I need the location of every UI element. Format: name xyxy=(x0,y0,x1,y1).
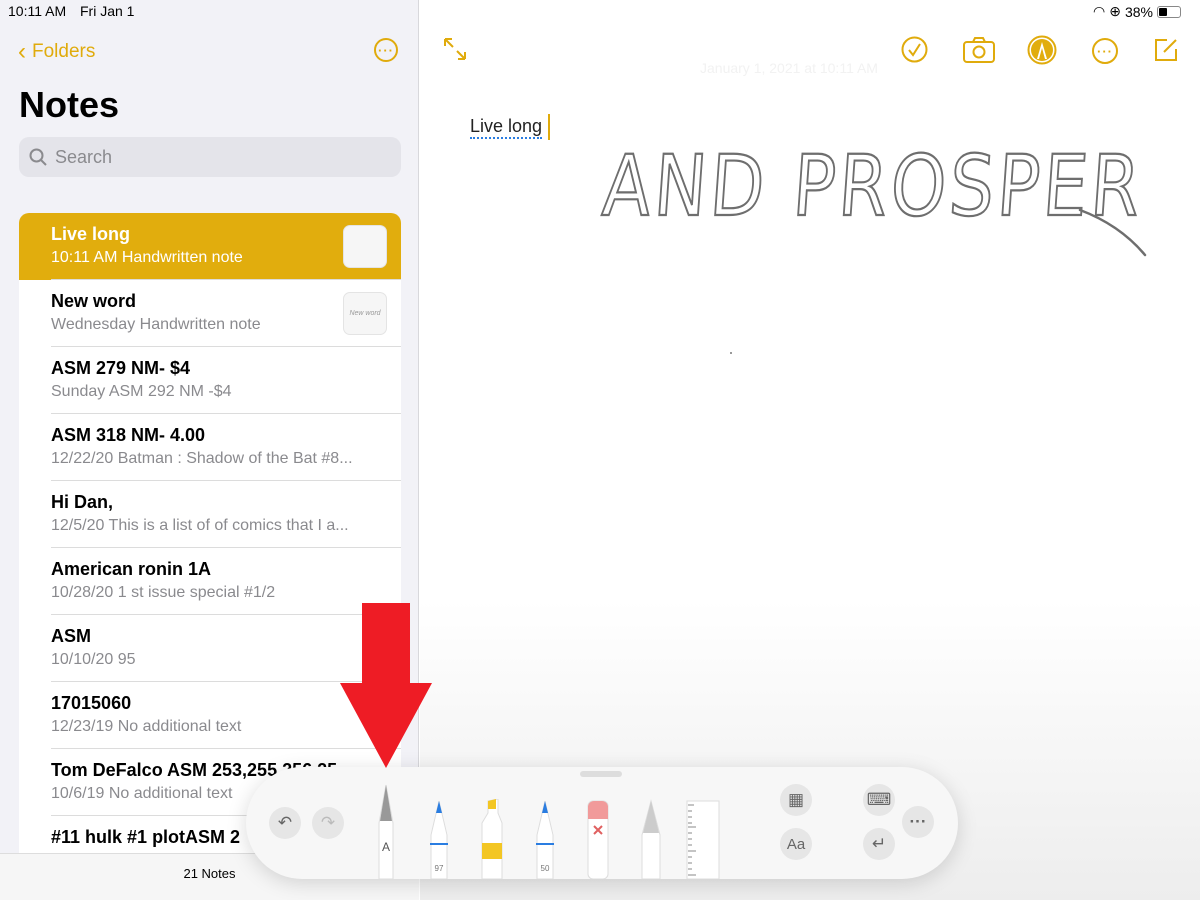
note-title: American ronin 1A xyxy=(51,559,212,579)
status-time: 10:11 AM xyxy=(8,3,67,19)
battery-icon xyxy=(1156,5,1181,18)
search-placeholder: Search xyxy=(55,146,113,167)
pen-label: A xyxy=(382,840,390,854)
wifi-icon: ◠ xyxy=(1093,3,1106,19)
orientation-lock-icon: ⊕ xyxy=(1109,3,1121,19)
pen-size-label: 97 xyxy=(435,864,444,873)
tool-palette: ↶ ↷ A 97 50 ▦ Aa ⌨ ↵ ··· xyxy=(246,767,958,879)
list-item[interactable]: Hi Dan, 12/5/20 This is a list of of comi… xyxy=(19,481,401,548)
return-icon[interactable]: ↵ xyxy=(863,828,895,860)
note-thumbnail xyxy=(343,225,387,268)
search-input[interactable]: Search xyxy=(19,137,401,177)
chevron-left-icon: ‹ xyxy=(18,38,26,65)
camera-icon[interactable] xyxy=(963,36,995,63)
note-title: Hi Dan, xyxy=(51,492,114,512)
more-icon[interactable]: ··· xyxy=(374,38,398,62)
note-title: ASM 279 NM- $4 xyxy=(51,358,191,378)
markup-pen-icon[interactable] xyxy=(1027,35,1057,65)
list-item[interactable]: ASM 318 NM- 4.00 12/22/20 Batman : Shadow… xyxy=(19,414,401,481)
expand-icon[interactable] xyxy=(442,36,468,62)
status-right: ◠ ⊕ 38% xyxy=(1093,3,1181,20)
pen-tool[interactable]: 97 xyxy=(428,799,450,879)
lasso-tool[interactable] xyxy=(640,799,662,879)
checklist-icon[interactable] xyxy=(901,36,928,63)
eraser-tool[interactable] xyxy=(587,799,609,879)
page-title: Notes xyxy=(19,84,120,125)
handwriting-drawing: AND PROSPER xyxy=(600,136,1148,257)
compose-icon[interactable] xyxy=(1153,37,1179,63)
battery-percent: 38% xyxy=(1124,3,1153,20)
more-options-icon[interactable]: ··· xyxy=(1092,38,1118,64)
table-icon[interactable]: ▦ xyxy=(780,784,812,816)
ink-dot xyxy=(730,352,732,354)
more-tools-icon[interactable]: ··· xyxy=(902,806,934,838)
note-subtitle: Sunday ASM 292 NM -$4 xyxy=(51,383,232,400)
list-item[interactable]: Live long 10:11 AM Handwritten note xyxy=(19,213,401,280)
pencil-size-label: 50 xyxy=(541,864,550,873)
note-thumbnail: New word xyxy=(343,292,387,335)
note-title: ASM 318 NM- 4.00 xyxy=(51,425,206,445)
note-typed-text[interactable]: Live long xyxy=(470,116,543,139)
keyboard-icon[interactable]: ⌨ xyxy=(863,784,895,816)
redo-icon[interactable]: ↷ xyxy=(312,807,344,839)
note-subtitle: 10/28/20 1 st issue special #1/2 xyxy=(51,584,276,601)
list-item[interactable]: New word Wednesday Handwritten note New wo… xyxy=(19,280,401,347)
undo-icon[interactable]: ↶ xyxy=(269,807,301,839)
text-style-button[interactable]: Aa xyxy=(780,828,812,860)
ruler-tool[interactable] xyxy=(686,799,720,879)
search-icon xyxy=(29,148,47,166)
red-arrow-annotation xyxy=(340,603,432,768)
text-cursor xyxy=(548,114,550,140)
palette-grabber[interactable] xyxy=(580,771,622,777)
handwriting-text: AND PROSPER xyxy=(600,137,1146,235)
note-date: January 1, 2021 at 10:11 AM xyxy=(700,60,878,76)
note-subtitle: 12/22/20 Batman : Shadow of the Bat #8..… xyxy=(51,450,353,467)
note-subtitle: 12/5/20 This is a list of of comics that… xyxy=(51,517,349,534)
pencil-tool[interactable]: 50 xyxy=(534,799,556,879)
folders-back-button[interactable]: ‹ Folders xyxy=(18,38,95,66)
highlighter-tool[interactable] xyxy=(480,799,504,879)
status-date: Fri Jan 1 xyxy=(80,3,135,19)
scribble-pen-tool[interactable]: A xyxy=(374,783,398,879)
back-label: Folders xyxy=(32,41,96,62)
list-item[interactable]: ASM 279 NM- $4 Sunday ASM 292 NM -$4 xyxy=(19,347,401,414)
